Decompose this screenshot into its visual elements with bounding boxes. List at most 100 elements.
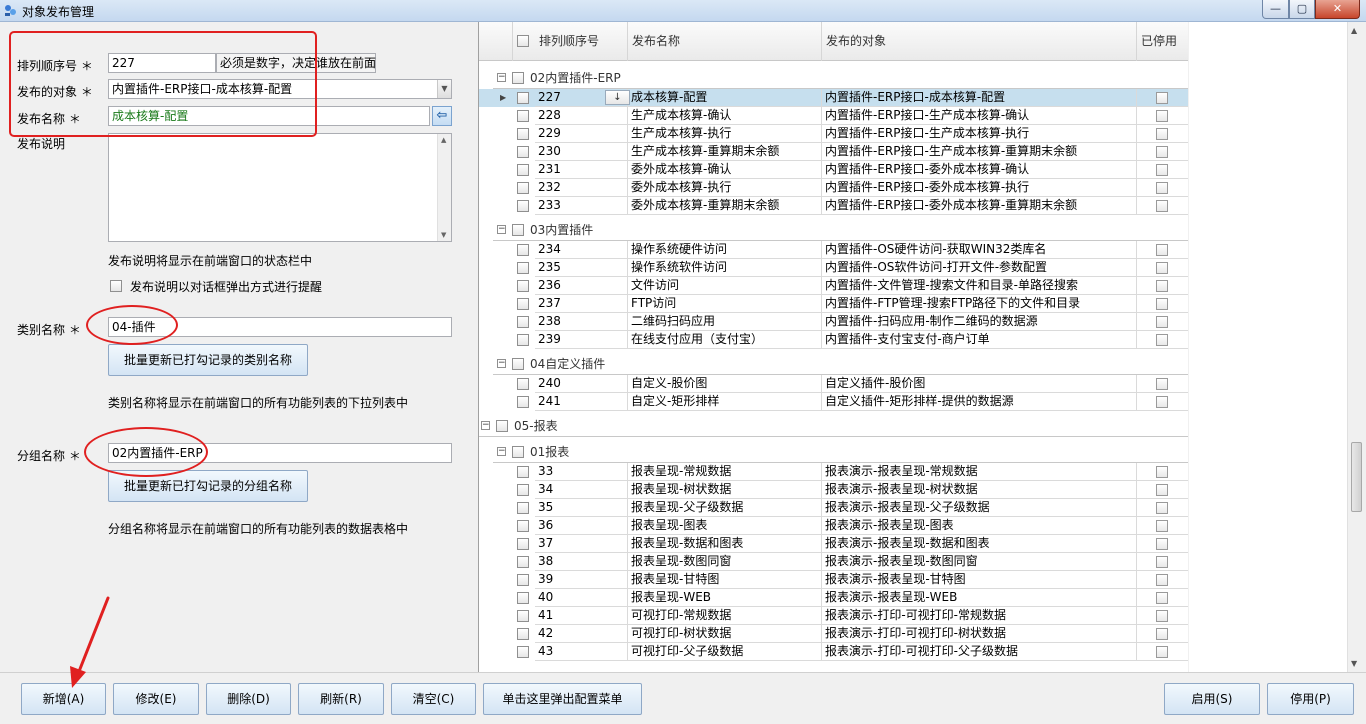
row-checkbox[interactable]	[517, 628, 529, 640]
collapse-icon[interactable]: −	[497, 73, 506, 82]
cell-name[interactable]: 成本核算-配置	[628, 89, 822, 107]
cell-name[interactable]: 委外成本核算-执行	[628, 179, 822, 197]
arrow-left-icon[interactable]: ⇦	[432, 106, 452, 126]
table-row[interactable]: 241 自定义-矩形排样 自定义插件-矩形排样-提供的数据源	[479, 393, 1188, 411]
cell-name[interactable]: 报表呈现-数据和图表	[628, 535, 822, 553]
disabled-checkbox[interactable]	[1156, 396, 1168, 408]
disabled-checkbox[interactable]	[1156, 556, 1168, 568]
row-checkbox[interactable]	[517, 110, 529, 122]
cell-name[interactable]: 可视打印-树状数据	[628, 625, 822, 643]
disabled-checkbox[interactable]	[1156, 378, 1168, 390]
cell-target[interactable]: 内置插件-FTP管理-搜索FTP路径下的文件和目录	[822, 295, 1137, 313]
disabled-checkbox[interactable]	[1156, 334, 1168, 346]
disabled-checkbox[interactable]	[1156, 244, 1168, 256]
header-name[interactable]: 发布名称	[628, 22, 822, 61]
group-checkbox[interactable]	[496, 420, 508, 432]
enable-button[interactable]: 启用(S)	[1164, 683, 1260, 715]
cell-target[interactable]: 自定义插件-矩形排样-提供的数据源	[822, 393, 1137, 411]
row-checkbox[interactable]	[517, 316, 529, 328]
cell-seq[interactable]: 43	[535, 643, 628, 661]
disabled-checkbox[interactable]	[1156, 646, 1168, 658]
table-row[interactable]: 230 生产成本核算-重算期末余额 内置插件-ERP接口-生产成本核算-重算期末余额	[479, 143, 1188, 161]
table-row[interactable]: 231 委外成本核算-确认 内置插件-ERP接口-委外成本核算-确认	[479, 161, 1188, 179]
config-menu-button[interactable]: 单击这里弹出配置菜单	[483, 683, 642, 715]
row-checkbox[interactable]	[517, 484, 529, 496]
cell-target[interactable]: 内置插件-ERP接口-委外成本核算-重算期末余额	[822, 197, 1137, 215]
scroll-up-icon[interactable]: ▲	[1351, 26, 1357, 35]
disabled-checkbox[interactable]	[1156, 110, 1168, 122]
cell-target[interactable]: 内置插件-支付宝支付-商户订单	[822, 331, 1137, 349]
table-row[interactable]: 235 操作系统软件访问 内置插件-OS软件访问-打开文件-参数配置	[479, 259, 1188, 277]
cell-target[interactable]: 报表演示-打印-可视打印-常规数据	[822, 607, 1137, 625]
spin-down-icon[interactable]: ↓	[605, 90, 630, 105]
group-checkbox[interactable]	[512, 446, 524, 458]
cell-target[interactable]: 报表演示-报表呈现-树状数据	[822, 481, 1137, 499]
row-checkbox[interactable]	[517, 502, 529, 514]
category-batch-button[interactable]: 批量更新已打勾记录的类别名称	[108, 344, 308, 376]
edit-button[interactable]: 修改(E)	[113, 683, 199, 715]
row-checkbox[interactable]	[517, 538, 529, 550]
table-row[interactable]: 41 可视打印-常规数据 报表演示-打印-可视打印-常规数据	[479, 607, 1188, 625]
disabled-checkbox[interactable]	[1156, 280, 1168, 292]
clear-button[interactable]: 清空(C)	[391, 683, 476, 715]
cell-target[interactable]: 内置插件-扫码应用-制作二维码的数据源	[822, 313, 1137, 331]
table-row[interactable]: 38 报表呈现-数图同窗 报表演示-报表呈现-数图同窗	[479, 553, 1188, 571]
row-checkbox[interactable]	[517, 378, 529, 390]
cell-target[interactable]: 报表演示-报表呈现-甘特图	[822, 571, 1137, 589]
cell-target[interactable]: 内置插件-ERP接口-成本核算-配置	[822, 89, 1137, 107]
cell-target[interactable]: 内置插件-ERP接口-委外成本核算-确认	[822, 161, 1137, 179]
table-row[interactable]: 228 生产成本核算-确认 内置插件-ERP接口-生产成本核算-确认	[479, 107, 1188, 125]
disabled-checkbox[interactable]	[1156, 466, 1168, 478]
cell-seq[interactable]: 35	[535, 499, 628, 517]
scrollbar-thumb[interactable]	[1351, 442, 1362, 512]
row-checkbox[interactable]	[517, 298, 529, 310]
cell-name[interactable]: 文件访问	[628, 277, 822, 295]
cell-name[interactable]: FTP访问	[628, 295, 822, 313]
collapse-icon[interactable]: −	[497, 359, 506, 368]
cell-seq[interactable]: 33	[535, 463, 628, 481]
cell-name[interactable]: 报表呈现-甘特图	[628, 571, 822, 589]
group-checkbox[interactable]	[512, 72, 524, 84]
collapse-icon[interactable]: −	[497, 447, 506, 456]
row-checkbox[interactable]	[517, 610, 529, 622]
cell-name[interactable]: 报表呈现-父子级数据	[628, 499, 822, 517]
cell-seq[interactable]: 240	[535, 375, 628, 393]
table-row[interactable]: 34 报表呈现-树状数据 报表演示-报表呈现-树状数据	[479, 481, 1188, 499]
cell-target[interactable]: 报表演示-报表呈现-数据和图表	[822, 535, 1137, 553]
cell-target[interactable]: 报表演示-报表呈现-数图同窗	[822, 553, 1137, 571]
cell-target[interactable]: 报表演示-打印-可视打印-父子级数据	[822, 643, 1137, 661]
row-checkbox[interactable]	[517, 574, 529, 586]
cell-name[interactable]: 可视打印-常规数据	[628, 607, 822, 625]
group-header[interactable]: − 01报表	[479, 443, 1188, 461]
header-disabled[interactable]: 已停用	[1137, 22, 1188, 61]
disabled-checkbox[interactable]	[1156, 538, 1168, 550]
cell-target[interactable]: 报表演示-报表呈现-图表	[822, 517, 1137, 535]
disabled-checkbox[interactable]	[1156, 128, 1168, 140]
disabled-checkbox[interactable]	[1156, 592, 1168, 604]
group-header[interactable]: − 02内置插件-ERP	[479, 69, 1188, 87]
row-checkbox[interactable]	[517, 244, 529, 256]
cell-target[interactable]: 内置插件-ERP接口-委外成本核算-执行	[822, 179, 1137, 197]
table-row[interactable]: 234 操作系统硬件访问 内置插件-OS硬件访问-获取WIN32类库名	[479, 241, 1188, 259]
disabled-checkbox[interactable]	[1156, 628, 1168, 640]
desc-scrollbar[interactable]: ▲ ▼	[437, 134, 451, 241]
disabled-checkbox[interactable]	[1156, 484, 1168, 496]
cell-name[interactable]: 生产成本核算-重算期末余额	[628, 143, 822, 161]
cell-seq[interactable]: 34	[535, 481, 628, 499]
cell-seq[interactable]: 237	[535, 295, 628, 313]
disabled-checkbox[interactable]	[1156, 182, 1168, 194]
disable-button[interactable]: 停用(P)	[1267, 683, 1354, 715]
group-header[interactable]: − 03内置插件	[479, 221, 1188, 239]
disabled-checkbox[interactable]	[1156, 146, 1168, 158]
cell-name[interactable]: 生产成本核算-执行	[628, 125, 822, 143]
cell-name[interactable]: 操作系统软件访问	[628, 259, 822, 277]
row-checkbox[interactable]	[517, 262, 529, 274]
table-row[interactable]: 39 报表呈现-甘特图 报表演示-报表呈现-甘特图	[479, 571, 1188, 589]
collapse-icon[interactable]: −	[497, 225, 506, 234]
disabled-checkbox[interactable]	[1156, 262, 1168, 274]
table-row[interactable]: 42 可视打印-树状数据 报表演示-打印-可视打印-树状数据	[479, 625, 1188, 643]
cell-name[interactable]: 自定义-矩形排样	[628, 393, 822, 411]
row-checkbox[interactable]	[517, 164, 529, 176]
cell-target[interactable]: 内置插件-文件管理-搜索文件和目录-单路径搜索	[822, 277, 1137, 295]
cell-target[interactable]: 内置插件-ERP接口-生产成本核算-执行	[822, 125, 1137, 143]
